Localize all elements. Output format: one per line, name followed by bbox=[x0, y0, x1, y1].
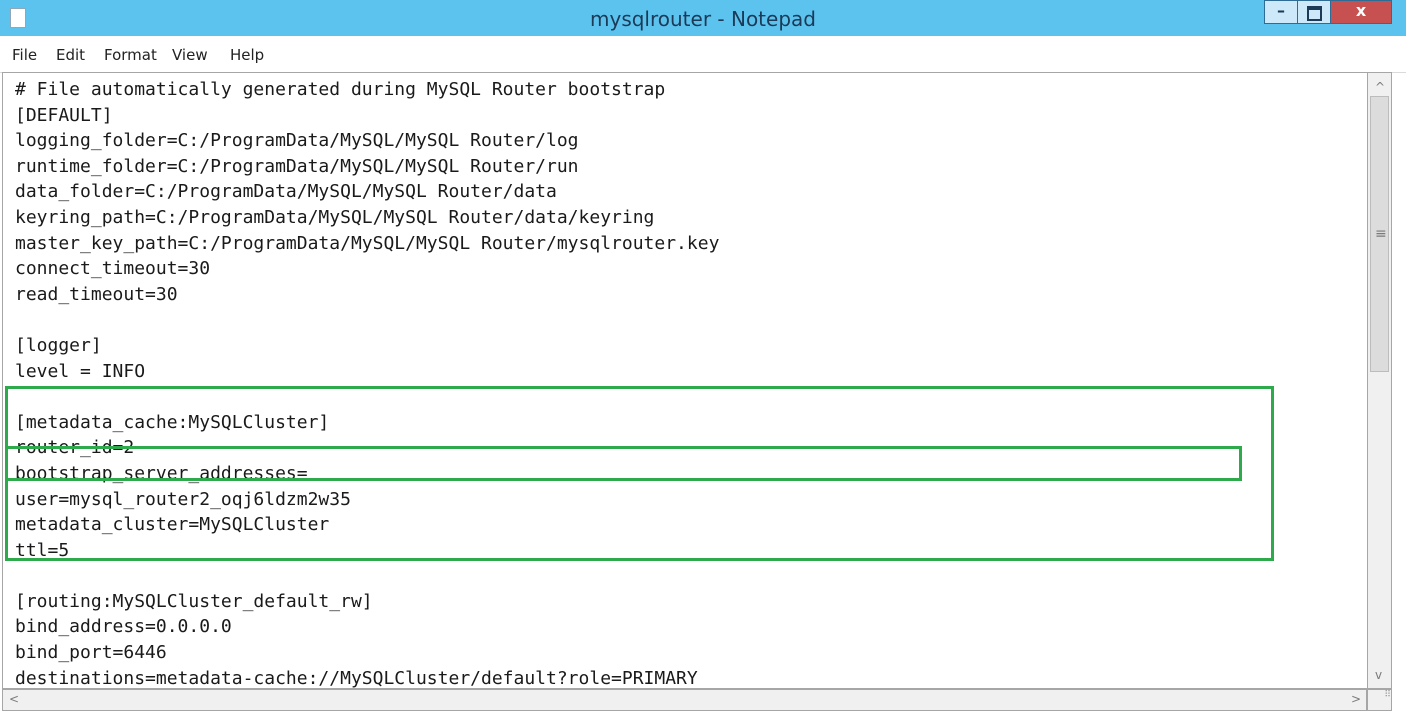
scroll-down-arrow-icon[interactable]: v bbox=[1375, 668, 1382, 682]
code-line: level = INFO bbox=[15, 360, 146, 382]
code-line: bind_address=0.0.0.0 bbox=[15, 616, 232, 638]
code-line: logging_folder=C:/ProgramData/MySQL/MySQ… bbox=[15, 130, 579, 152]
menu-view[interactable]: View bbox=[172, 46, 208, 64]
code-line: connect_timeout=30 bbox=[15, 258, 211, 280]
code-line: # File automatically generated during My… bbox=[15, 79, 666, 100]
code-line: [logger] bbox=[15, 334, 102, 356]
scroll-grip-icon: ≡ bbox=[1375, 226, 1387, 242]
menu-help[interactable]: Help bbox=[230, 46, 264, 64]
maximize-button[interactable] bbox=[1297, 0, 1331, 24]
window-title: mysqlrouter - Notepad bbox=[590, 7, 816, 31]
editor-content[interactable]: # File automatically generated during My… bbox=[15, 77, 719, 691]
code-line: keyring_path=C:/ProgramData/MySQL/MySQL … bbox=[15, 206, 655, 228]
menu-format[interactable]: Format bbox=[104, 46, 157, 64]
menu-file[interactable]: File bbox=[12, 46, 37, 64]
scroll-left-arrow-icon[interactable]: < bbox=[9, 692, 19, 706]
menu-bar: File Edit Format View Help bbox=[0, 36, 1406, 73]
bootstrap-server-highlight-box bbox=[5, 446, 1242, 481]
text-editor[interactable]: # File automatically generated during My… bbox=[2, 72, 1367, 689]
code-line: runtime_folder=C:/ProgramData/MySQL/MySQ… bbox=[15, 155, 579, 177]
title-bar: mysqlrouter - Notepad – x bbox=[0, 0, 1406, 36]
horizontal-scrollbar[interactable] bbox=[2, 689, 1367, 711]
close-button[interactable]: x bbox=[1330, 0, 1392, 24]
minimize-button[interactable]: – bbox=[1264, 0, 1298, 24]
code-line: bind_port=6446 bbox=[15, 642, 167, 664]
code-line: destinations=metadata-cache://MySQLClust… bbox=[15, 667, 698, 689]
code-line: read_timeout=30 bbox=[15, 283, 178, 305]
maximize-icon bbox=[1306, 6, 1322, 21]
scroll-right-arrow-icon[interactable]: > bbox=[1351, 692, 1361, 706]
code-line: data_folder=C:/ProgramData/MySQL/MySQL R… bbox=[15, 181, 557, 203]
menu-edit[interactable]: Edit bbox=[56, 46, 85, 64]
scroll-up-arrow-icon[interactable]: ^ bbox=[1375, 80, 1385, 94]
code-line: [routing:MySQLCluster_default_rw] bbox=[15, 590, 373, 612]
resize-grip[interactable]: ⠿ bbox=[1367, 689, 1392, 711]
code-line: [DEFAULT] bbox=[15, 104, 113, 126]
code-line: master_key_path=C:/ProgramData/MySQL/MyS… bbox=[15, 232, 720, 254]
